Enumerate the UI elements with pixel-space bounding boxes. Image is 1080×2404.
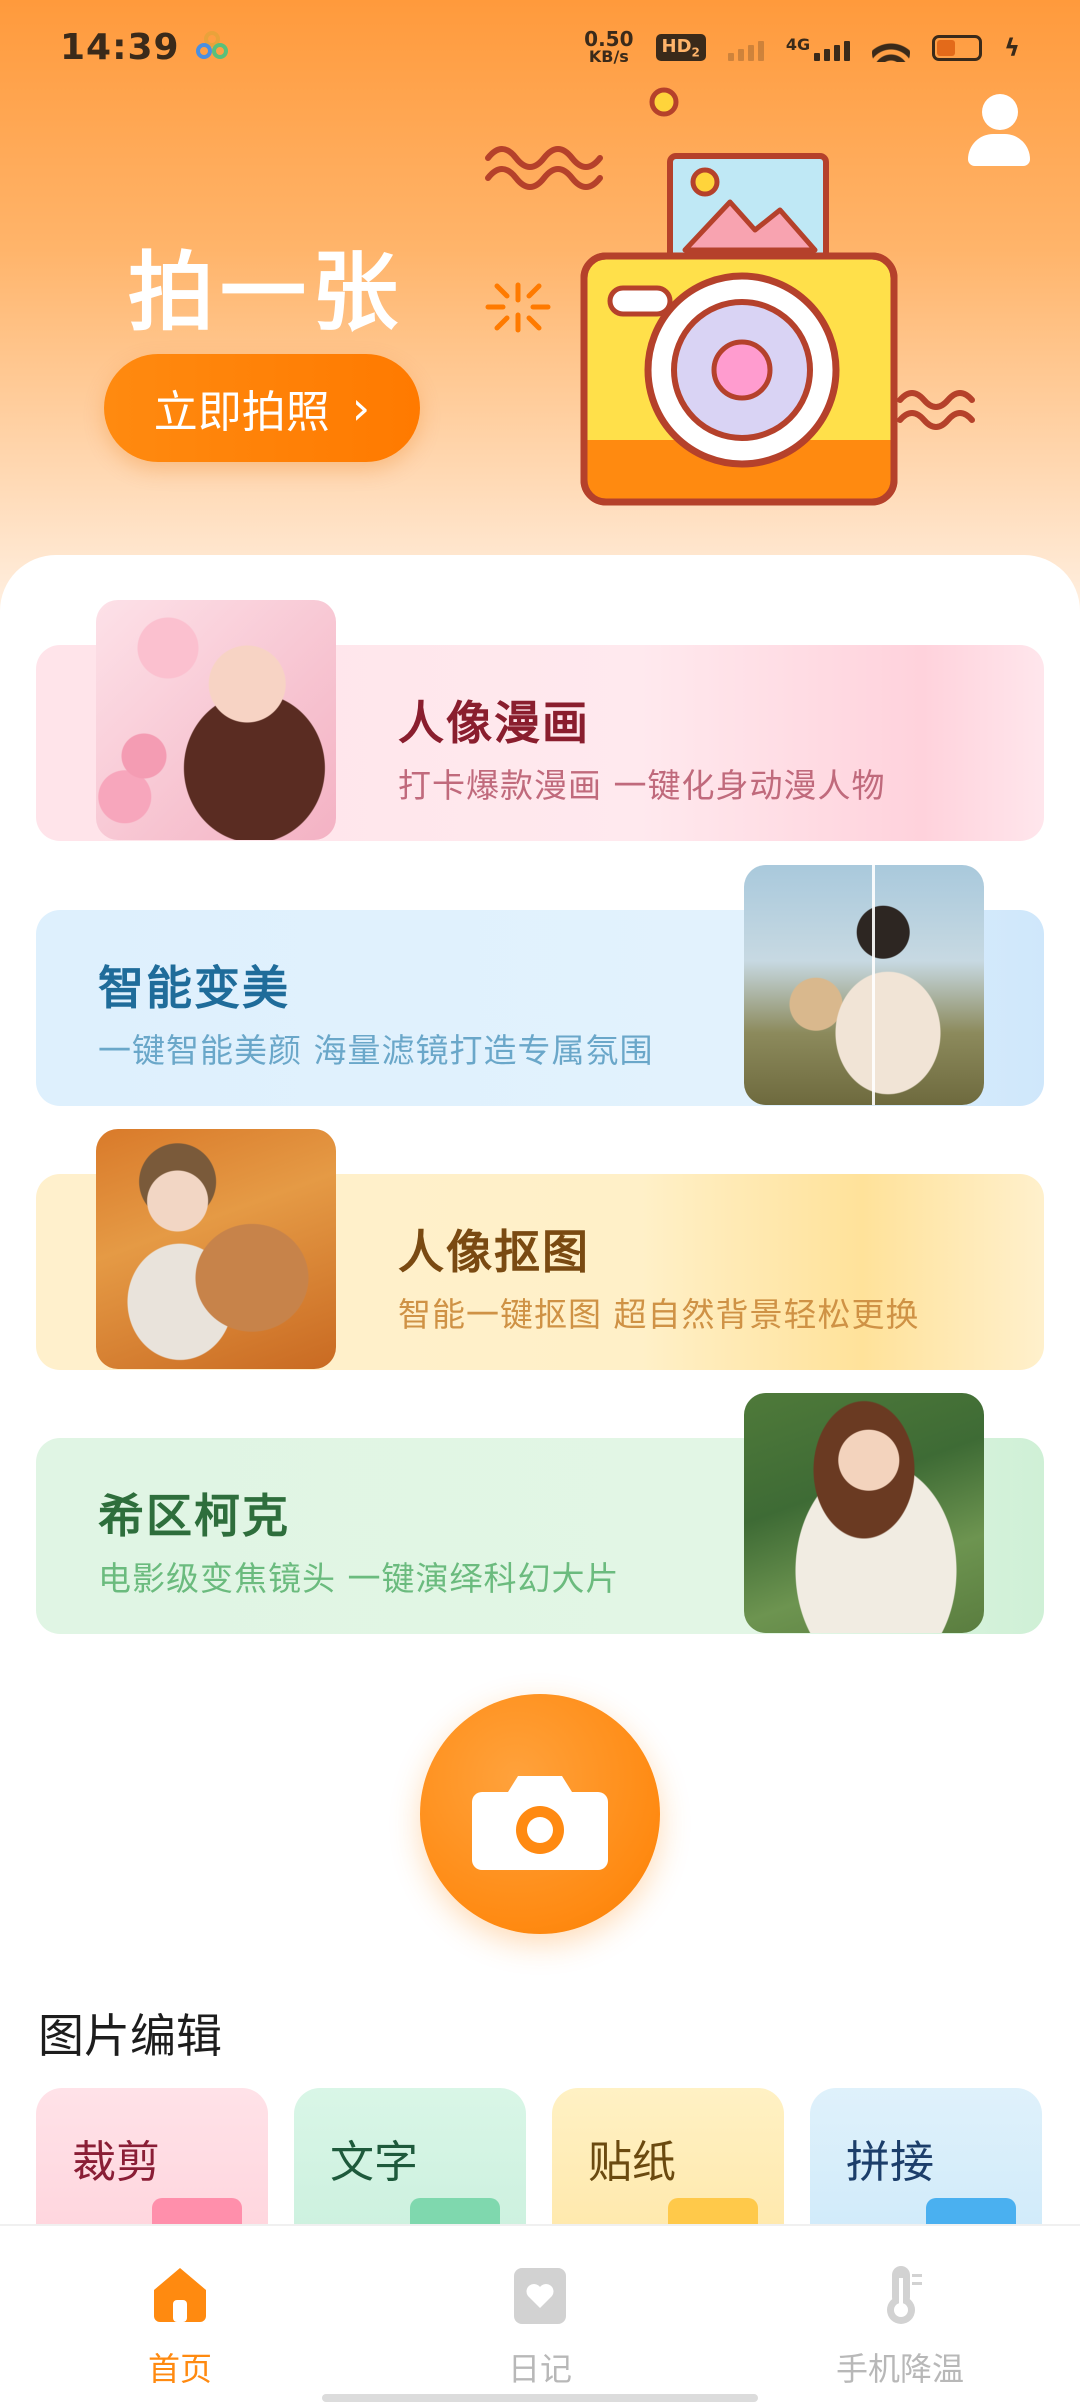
edit-tool-label: 裁剪 xyxy=(72,2137,160,2188)
camera-illustration xyxy=(485,87,975,506)
feature-description: 一键智能美颜 海量滤镜打造专属氛围 xyxy=(98,1031,654,1070)
network-speed-unit: KB/s xyxy=(588,46,629,66)
hd-voice-badge: HD2 xyxy=(655,33,706,62)
nav-label: 日记 xyxy=(507,2350,572,2388)
feature-description: 智能一键抠图 超自然背景轻松更换 xyxy=(398,1295,920,1334)
signal-sim1-icon xyxy=(814,35,851,61)
gesture-home-bar[interactable] xyxy=(322,2394,758,2402)
feature-title: 人像抠图 xyxy=(398,1225,590,1279)
edit-tool-sticker[interactable]: 贴纸 xyxy=(552,2088,784,2228)
take-photo-label: 立即拍照 xyxy=(153,387,330,438)
hd-badge-label: HD xyxy=(661,35,692,57)
status-indicators: 0.50 KB/s HD2 4G ϟ xyxy=(584,26,1020,66)
status-time: 14:39 xyxy=(60,27,180,68)
edit-tool-label: 贴纸 xyxy=(588,2137,676,2188)
signal-sim1: 4G xyxy=(785,34,851,61)
feature-description: 打卡爆款漫画 一键化身动漫人物 xyxy=(398,766,886,805)
wifi-icon xyxy=(872,33,911,62)
hero-title: 拍一张 xyxy=(128,243,404,343)
home-icon xyxy=(154,2268,206,2322)
feature-title: 希区柯克 xyxy=(98,1489,290,1543)
feature-photo-hitchcock xyxy=(744,1393,984,1633)
feature-title: 智能变美 xyxy=(98,961,290,1015)
edit-tool-label: 文字 xyxy=(330,2137,418,2188)
edit-tool-stitch[interactable]: 拼接 xyxy=(810,2088,1042,2228)
edit-tool-label: 拼接 xyxy=(846,2137,934,2188)
edit-tool-crop[interactable]: 裁剪 xyxy=(36,2088,268,2228)
nav-label: 首页 xyxy=(147,2350,212,2388)
take-photo-button[interactable]: 立即拍照 › xyxy=(104,354,420,462)
edit-tool-text[interactable]: 文字 xyxy=(294,2088,526,2228)
feature-title: 人像漫画 xyxy=(398,696,590,750)
thermometer-icon xyxy=(887,2266,922,2324)
bottom-nav: 首页 日记 手机降温 xyxy=(0,2224,1080,2404)
signal-sim2-icon xyxy=(727,35,764,61)
nav-item-phone-cooling[interactable]: 手机降温 xyxy=(780,2262,1020,2390)
hd-badge-sub: 2 xyxy=(691,45,700,60)
notification-app-icon xyxy=(195,30,230,65)
diary-heart-icon xyxy=(514,2268,566,2324)
camera-icon xyxy=(472,1776,608,1870)
charging-icon: ϟ xyxy=(1004,33,1020,62)
nav-item-home[interactable]: 首页 xyxy=(60,2262,300,2390)
feature-photo-comic xyxy=(96,600,336,840)
network-speed: 0.50 KB/s xyxy=(584,26,634,66)
feature-description: 电影级变焦镜头 一键演绎科幻大片 xyxy=(98,1559,620,1598)
camera-button[interactable] xyxy=(420,1694,660,1934)
photo-edit-section-title: 图片编辑 xyxy=(38,2009,222,2063)
chevron-right-icon: › xyxy=(351,381,371,435)
nav-item-diary[interactable]: 日记 xyxy=(420,2262,660,2390)
battery-icon xyxy=(932,34,983,61)
network-type: 4G xyxy=(785,34,811,54)
feature-photo-cutout xyxy=(96,1129,336,1369)
feature-photo-beauty xyxy=(744,865,984,1105)
nav-label: 手机降温 xyxy=(835,2350,964,2388)
network-speed-value: 0.50 xyxy=(584,26,634,51)
